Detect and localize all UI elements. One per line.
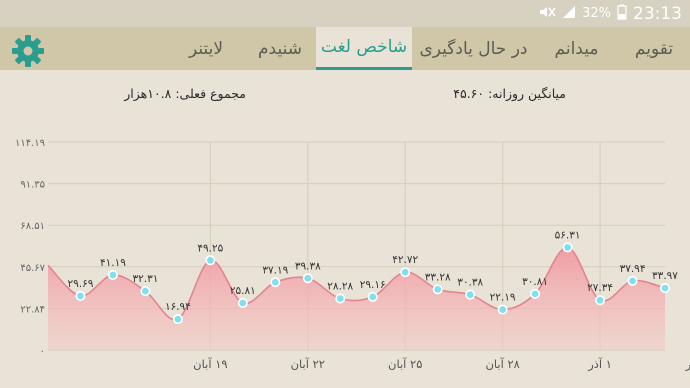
x-tick-label: ۲۲ آبان	[291, 357, 325, 371]
data-point	[627, 275, 638, 286]
data-label: ۵۶.۳۱	[555, 229, 581, 241]
data-point	[335, 293, 346, 304]
data-point	[367, 291, 378, 302]
data-point	[659, 283, 670, 294]
data-point	[562, 242, 573, 253]
data-label: ۳۳.۹۷	[652, 270, 678, 282]
data-point	[270, 277, 281, 288]
data-point	[237, 297, 248, 308]
data-label: ۳۷.۱۹	[262, 264, 288, 276]
data-point	[107, 269, 118, 280]
data-label: ۳۳.۲۸	[425, 271, 451, 283]
data-label: ۱۶.۹۴	[165, 301, 191, 313]
data-label: ۳۰.۸۱	[522, 276, 548, 288]
data-point	[465, 289, 476, 300]
y-tick-label: ۰	[40, 346, 45, 357]
x-tick-label: ۱۹ آبان	[193, 357, 227, 371]
data-point	[530, 288, 541, 299]
x-tick-label: ۲۵ آبان	[388, 357, 422, 371]
area-chart: ۱۱۴.۱۹ ۹۱.۳۵ ۶۸.۵۱ ۴۵.۶۷ ۲۲.۸۴ ۰ ۱۹ آبان ۲۲ آبا…	[15, 138, 690, 372]
data-point	[172, 314, 183, 325]
data-point	[400, 267, 411, 278]
data-point	[497, 304, 508, 315]
x-tick-label: ۲۸ آبان	[485, 357, 519, 371]
data-label: ۲۷.۳۴	[587, 282, 613, 294]
data-label: ۲۹.۶۹	[68, 278, 94, 290]
data-point	[432, 284, 443, 295]
data-label: ۳۲.۳۱	[132, 273, 158, 285]
data-label: ۳۹.۳۸	[295, 260, 321, 272]
y-tick-label: ۶۸.۵۱	[20, 221, 45, 232]
data-label: ۲۸.۲۸	[327, 280, 353, 292]
data-point	[140, 286, 151, 297]
data-point	[205, 255, 216, 266]
x-tick-label: ۱ آذر	[587, 357, 612, 372]
data-label: ۲۹.۱۶	[360, 279, 386, 291]
y-tick-label: ۲۲.۸۴	[20, 304, 45, 315]
x-tick-label: ۴ آذر	[685, 357, 690, 372]
data-label: ۲۲.۱۹	[490, 292, 516, 304]
series-area	[48, 247, 665, 350]
y-tick-label: ۱۱۴.۱۹	[15, 138, 45, 149]
y-tick-label: ۴۵.۶۷	[20, 263, 45, 274]
data-label: ۴۱.۱۹	[100, 257, 126, 269]
data-point	[302, 273, 313, 284]
data-label: ۲۵.۸۱	[230, 285, 256, 297]
data-label: ۴۹.۲۵	[197, 242, 223, 254]
data-label: ۴۲.۷۲	[392, 254, 418, 266]
data-point	[595, 295, 606, 306]
data-point	[75, 290, 86, 301]
data-label: ۳۷.۹۴	[620, 263, 646, 275]
y-tick-label: ۹۱.۳۵	[20, 180, 45, 191]
data-label: ۳۰.۳۸	[457, 277, 483, 289]
